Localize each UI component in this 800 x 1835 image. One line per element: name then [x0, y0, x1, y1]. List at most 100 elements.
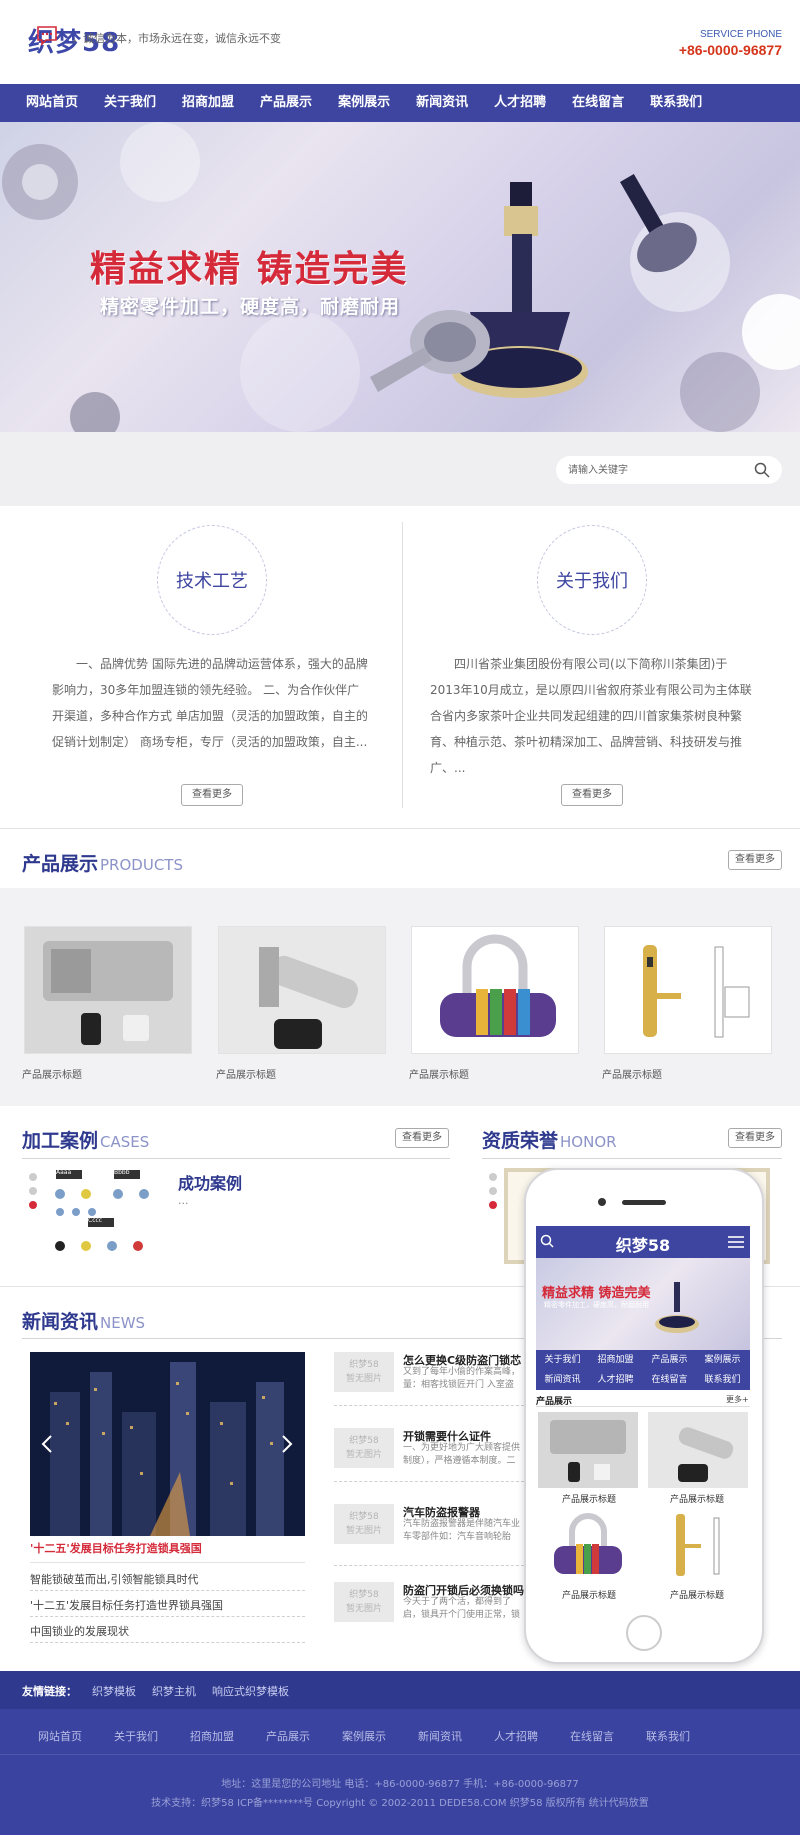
- footer-nav-news[interactable]: 新闻资讯: [418, 1728, 462, 1744]
- thumb-1-line2: 暂无图片: [345, 1374, 382, 1384]
- hero-banner[interactable]: 精益求精 铸造完美 精密零件加工，硬度高，耐磨耐用: [0, 122, 800, 432]
- mobile-product-caption-3[interactable]: 产品展示标题: [536, 1588, 642, 1601]
- link-1[interactable]: 织梦模板: [92, 1683, 136, 1699]
- product-image-2: [219, 927, 385, 1053]
- mobile-product-1[interactable]: [538, 1412, 638, 1488]
- product-card-3[interactable]: [411, 926, 579, 1054]
- mobile-product-3[interactable]: [538, 1508, 638, 1584]
- footer-nav-message[interactable]: 在线留言: [570, 1728, 614, 1744]
- nav-contact[interactable]: 联系我们: [638, 84, 714, 122]
- product-caption-4[interactable]: 产品展示标题: [602, 1066, 662, 1081]
- mobile-product-caption-1[interactable]: 产品展示标题: [536, 1492, 642, 1505]
- news-list-rule: [30, 1562, 305, 1563]
- case-title[interactable]: 成功案例: [178, 1170, 242, 1194]
- thumb-1-line1: 织梦58: [349, 1360, 379, 1370]
- product-image-1: [25, 927, 191, 1053]
- product-caption-3[interactable]: 产品展示标题: [409, 1066, 469, 1081]
- search-icon[interactable]: [754, 462, 770, 478]
- footer-nav-cases[interactable]: 案例展示: [342, 1728, 386, 1744]
- news-list-item-2[interactable]: '十二五'发展目标任务打造世界锁具强国: [30, 1597, 223, 1613]
- nav-home[interactable]: 网站首页: [14, 84, 90, 122]
- news-title-en: NEWS: [100, 1314, 146, 1332]
- mobile-product-4[interactable]: [648, 1508, 748, 1584]
- cases-slider-dots[interactable]: [28, 1172, 38, 1212]
- mobile-product-image-2: [678, 1427, 734, 1482]
- news-item-desc-1: 又到了每年小偷的作案高峰，量：相客找锁匠开门 入室盗窃: [403, 1367, 521, 1390]
- footer-nav-jobs[interactable]: 人才招聘: [494, 1728, 538, 1744]
- news-headline[interactable]: '十二五'发展目标任务打造锁具强国: [30, 1540, 202, 1556]
- mobile-nav-4[interactable]: 案例展示: [696, 1350, 749, 1370]
- news-thumb-1[interactable]: 织梦58 暂无图片: [334, 1352, 394, 1392]
- main-nav: 网站首页 关于我们 招商加盟 产品展示 案例展示 新闻资讯 人才招聘 在线留言 …: [0, 84, 800, 122]
- product-card-1[interactable]: [24, 926, 192, 1054]
- footer-nav-franchise[interactable]: 招商加盟: [190, 1728, 234, 1744]
- mobile-nav-5[interactable]: 新闻资讯: [536, 1370, 589, 1390]
- mobile-product-caption-2[interactable]: 产品展示标题: [644, 1492, 750, 1505]
- nav-cases[interactable]: 案例展示: [326, 84, 402, 122]
- honor-title: 资质荣誉: [482, 1130, 559, 1152]
- slider-next-icon[interactable]: [280, 1434, 294, 1454]
- news-slider-image[interactable]: [30, 1352, 305, 1536]
- news-thumb-4[interactable]: 织梦58 暂无图片: [334, 1582, 394, 1622]
- news-thumb-2[interactable]: 织梦58 暂无图片: [334, 1428, 394, 1468]
- search-box: [556, 456, 782, 484]
- products-more-button[interactable]: 查看更多: [728, 850, 782, 870]
- product-card-2[interactable]: [218, 926, 386, 1054]
- footer-nav-contact[interactable]: 联系我们: [646, 1728, 690, 1744]
- tech-more-button[interactable]: 查看更多: [181, 784, 243, 806]
- link-3[interactable]: 响应式织梦模板: [212, 1683, 289, 1699]
- product-card-4[interactable]: [604, 926, 772, 1054]
- mobile-nav-7[interactable]: 在线留言: [643, 1370, 696, 1390]
- news-item-desc-4: 今天于了两个活，都得到了启，锁具开个门使用正常，锁: [403, 1597, 521, 1620]
- mobile-nav-6[interactable]: 人才招聘: [589, 1370, 642, 1390]
- banner-subtitle: 精密零件加工，硬度高，耐磨耐用: [100, 296, 401, 318]
- footer-nav-about[interactable]: 关于我们: [114, 1728, 158, 1744]
- search-input[interactable]: [568, 461, 738, 479]
- case-image[interactable]: Aaaa Bbbb Cccc: [46, 1168, 166, 1260]
- nav-about[interactable]: 关于我们: [92, 84, 168, 122]
- nav-products[interactable]: 产品展示: [248, 84, 324, 122]
- product-caption-1[interactable]: 产品展示标题: [22, 1066, 82, 1081]
- mobile-banner-subtitle: 精密零件加工，硬度高，耐磨耐用: [544, 1301, 649, 1309]
- nav-news[interactable]: 新闻资讯: [404, 84, 480, 122]
- mobile-banner[interactable]: 精益求精 铸造完美 精密零件加工，硬度高，耐磨耐用: [536, 1258, 750, 1350]
- mobile-nav-2[interactable]: 招商加盟: [589, 1350, 642, 1370]
- case-label-b: Bbbb: [114, 1169, 130, 1176]
- about-more-button[interactable]: 查看更多: [561, 784, 623, 806]
- nav-message[interactable]: 在线留言: [560, 84, 636, 122]
- honor-slider-dots[interactable]: [488, 1172, 498, 1212]
- news-title: 新闻资讯: [22, 1311, 99, 1333]
- news-list-divider-1: [30, 1590, 305, 1591]
- footer-address: 地址：这里是您的公司地址 电话：+86-0000-96877 手机：+86-00…: [221, 1779, 579, 1790]
- news-list-item-1[interactable]: 智能锁破茧而出,引领智能锁具时代: [30, 1571, 199, 1587]
- mobile-more-link[interactable]: 更多+: [726, 1394, 749, 1405]
- nav-franchise[interactable]: 招商加盟: [170, 84, 246, 122]
- news-thumb-3[interactable]: 织梦58 暂无图片: [334, 1504, 394, 1544]
- product-caption-2[interactable]: 产品展示标题: [216, 1066, 276, 1081]
- cases-title-en: CASES: [100, 1133, 150, 1151]
- banner-slogan: 精益求精 铸造完美: [90, 249, 409, 290]
- cases-more-button[interactable]: 查看更多: [395, 1128, 449, 1148]
- news-list-item-3[interactable]: 中国锁业的发展现状: [30, 1623, 129, 1639]
- nav-jobs[interactable]: 人才招聘: [482, 84, 558, 122]
- thumb-4-line1: 织梦58: [349, 1590, 379, 1600]
- footer-nav-home[interactable]: 网站首页: [38, 1728, 82, 1744]
- footer-nav-products[interactable]: 产品展示: [266, 1728, 310, 1744]
- thumb-2-line2: 暂无图片: [345, 1450, 382, 1460]
- mobile-section-rule: [536, 1406, 750, 1407]
- mobile-nav-3[interactable]: 产品展示: [643, 1350, 696, 1370]
- cases-title: 加工案例: [22, 1130, 99, 1152]
- honor-more-button[interactable]: 查看更多: [728, 1128, 782, 1148]
- product-image-3: [412, 927, 578, 1053]
- case-label-a: Aaaa: [56, 1169, 72, 1176]
- mobile-product-caption-4[interactable]: 产品展示标题: [644, 1588, 750, 1601]
- mobile-nav-8[interactable]: 联系我们: [696, 1370, 749, 1390]
- message-icon: [37, 26, 57, 46]
- mobile-nav-1[interactable]: 关于我们: [536, 1350, 589, 1370]
- link-2[interactable]: 织梦主机: [152, 1683, 196, 1699]
- mobile-menu-icon[interactable]: [728, 1235, 744, 1249]
- slider-prev-icon[interactable]: [40, 1434, 54, 1454]
- mobile-header: 织梦58: [536, 1226, 750, 1258]
- news-list-divider-2: [30, 1616, 305, 1617]
- mobile-product-2[interactable]: [648, 1412, 748, 1488]
